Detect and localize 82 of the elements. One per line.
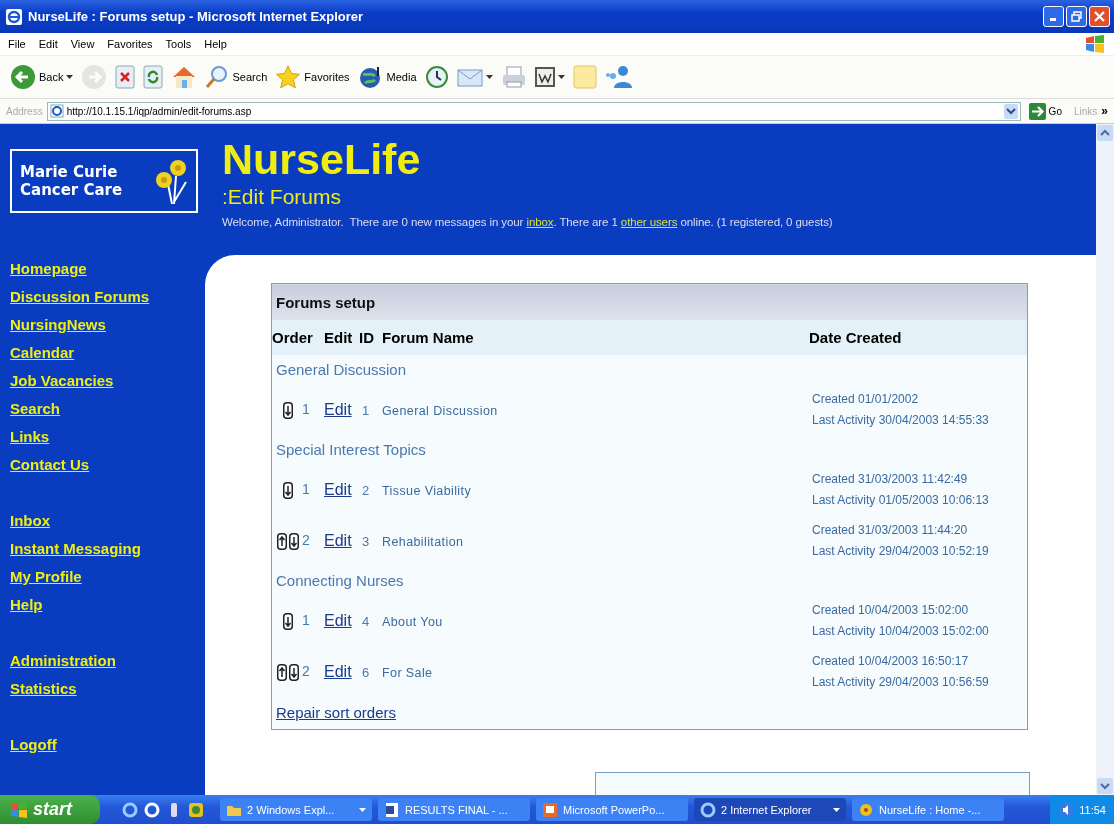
nav-link[interactable]: Calendar (10, 339, 75, 367)
nav-link[interactable]: NursingNews (10, 311, 106, 339)
edit-link[interactable]: Edit (324, 531, 352, 549)
sort-order: 2 (302, 532, 310, 549)
edit-link[interactable]: Edit (324, 400, 352, 418)
last-activity: Last Activity 30/04/2003 14:55:33 (812, 413, 990, 427)
logo-text: Marie Curie (20, 163, 119, 181)
go-button[interactable]: Go (1024, 102, 1070, 120)
nav-link[interactable]: Search (10, 395, 61, 423)
forum-name: For Sale (382, 665, 433, 680)
menu-item[interactable]: Favorites (107, 38, 153, 50)
repair-link[interactable]: Repair sort orders (272, 704, 397, 721)
nav-link[interactable]: Links (10, 423, 50, 451)
taskbar-button[interactable]: RESULTS FINAL - ... (378, 798, 530, 821)
nav-link[interactable]: Job Vacancies (10, 367, 114, 395)
toolbar-button[interactable]: Favorites (275, 65, 350, 89)
forum-id: 3 (361, 533, 371, 549)
edit-link[interactable]: Edit (324, 611, 352, 629)
forum-id: 6 (361, 664, 371, 680)
nav-link[interactable]: Logoff (10, 731, 57, 759)
edit-link[interactable]: Edit (324, 662, 352, 680)
nav-link[interactable]: Homepage (10, 255, 87, 283)
nav-link[interactable]: Administration (10, 647, 116, 675)
column-header: Date Created (809, 320, 1028, 355)
toolbar-button[interactable]: Search (205, 65, 268, 89)
sort-order: 1 (302, 481, 310, 498)
site-title: NurseLife (222, 136, 421, 182)
sort-order: 1 (302, 401, 310, 418)
page-subtitle: :Edit Forums (222, 184, 342, 210)
taskbar-button[interactable]: Microsoft PowerPo... (536, 798, 688, 821)
menu-item[interactable]: Edit (38, 38, 58, 50)
column-header: Forum Name (382, 320, 809, 355)
logo-text: Cancer Care (20, 181, 124, 199)
forum-name: Rehabilitation (382, 534, 464, 549)
forum-name: General Discussion (382, 403, 498, 418)
column-header: Edit (324, 320, 359, 355)
window-title: NurseLife : Forums setup - Microsoft Internet Explorer (28, 9, 365, 24)
welcome-message: Welcome, Administrator. There are 0 new messages in your inbox. There are 1 other users online. (1 registered, 0 guests) (222, 216, 833, 228)
category-name: Connecting Nurses (271, 566, 1028, 595)
created-date: Created 10/04/2003 16:50:17 (812, 654, 970, 668)
text-link[interactable]: other users (620, 216, 678, 228)
created-date: Created 31/03/2003 11:44:20 (812, 523, 969, 537)
category-name: General Discussion (271, 355, 1028, 384)
last-activity: Last Activity 01/05/2003 10:06:13 (812, 493, 990, 507)
last-activity: Last Activity 29/04/2003 10:52:19 (812, 544, 990, 558)
address-label: Address (6, 105, 43, 117)
last-activity: Last Activity 10/04/2003 15:02:00 (812, 624, 990, 638)
taskbar-button[interactable]: 2 Windows Expl... (220, 798, 372, 821)
toolbar-button[interactable]: Back (10, 64, 74, 90)
taskbar-button[interactable]: 2 Internet Explorer (694, 798, 846, 821)
address-field[interactable]: http://10.1.15.1/iqp/admin/edit-forums.asp (46, 101, 1021, 121)
nav-link[interactable]: Discussion Forums (10, 283, 150, 311)
edit-link[interactable]: Edit (324, 480, 352, 498)
menu-item[interactable]: File (8, 38, 26, 50)
menu-item[interactable]: Tools (165, 38, 192, 50)
forum-name: About You (382, 614, 443, 629)
nav-link[interactable]: Help (10, 591, 43, 619)
menu-item[interactable]: View (70, 38, 95, 50)
taskbar-button[interactable]: NurseLife : Home -... (852, 798, 1004, 821)
table-title: Forums setup (271, 283, 1028, 320)
nav-link[interactable]: Contact Us (10, 451, 90, 479)
clock: 11:54 (1079, 803, 1106, 816)
forum-id: 4 (361, 613, 371, 629)
sort-order: 1 (302, 612, 310, 629)
created-date: Created 10/04/2003 15:02:00 (812, 603, 970, 617)
forum-id: 2 (361, 482, 371, 498)
nav-link[interactable]: Instant Messaging (10, 535, 141, 563)
chevron-button[interactable]: » (1101, 104, 1108, 118)
column-header: ID (359, 320, 382, 355)
category-name: Special Interest Topics (271, 435, 1028, 464)
forum-id: 1 (361, 402, 371, 418)
toolbar-button[interactable]: Media (357, 65, 417, 89)
forum-name: Tissue Viability (382, 483, 472, 498)
nav-link[interactable]: Inbox (10, 507, 50, 535)
created-date: Created 31/03/2003 11:42:49 (812, 472, 969, 486)
nav-link[interactable]: Statistics (10, 675, 77, 703)
column-header: Order (271, 320, 324, 355)
nav-link[interactable]: My Profile (10, 563, 82, 591)
created-date: Created 01/01/2002 (812, 392, 920, 406)
last-activity: Last Activity 29/04/2003 10:56:59 (812, 675, 990, 689)
sort-order: 2 (302, 663, 310, 680)
menu-item[interactable]: Help (204, 38, 227, 50)
